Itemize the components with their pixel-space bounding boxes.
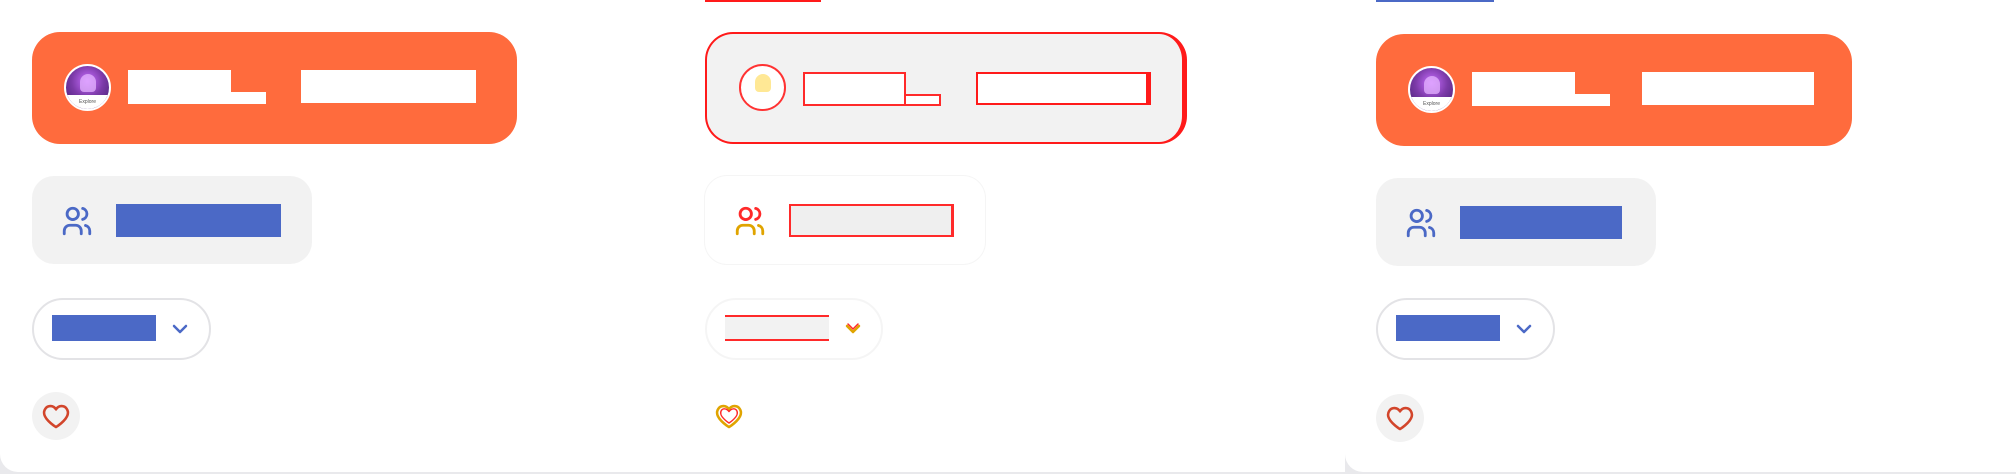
team-button[interactable]: [32, 176, 312, 264]
profile-button[interactable]: [705, 32, 1187, 144]
profile-role: [301, 70, 476, 103]
preview-panel-default-alt: Explore: [1345, 0, 2016, 472]
profile-name: [803, 72, 941, 106]
preview-panel-default: Explore: [0, 0, 674, 472]
profile-role: [976, 72, 1151, 105]
profile-name-tail: [231, 92, 266, 104]
heart-icon: [715, 404, 743, 429]
team-label: [789, 204, 954, 237]
avatar-caption: [741, 95, 784, 109]
preview-panel-outlined: [673, 0, 1345, 472]
profile-name-tail: [1575, 94, 1610, 106]
team-label: [116, 204, 281, 237]
users-icon: [735, 206, 765, 236]
favorite-button[interactable]: [32, 392, 80, 440]
profile-name: [128, 70, 266, 104]
chevron-down-icon: [1516, 324, 1532, 334]
profile-button[interactable]: Explore: [32, 32, 517, 144]
dropdown-select[interactable]: [705, 298, 883, 360]
avatar: Explore: [1408, 66, 1455, 113]
team-button[interactable]: [1376, 178, 1656, 266]
profile-role: [1642, 72, 1814, 105]
chevron-down-icon: [172, 324, 188, 334]
avatar: [739, 64, 786, 111]
profile-name: [1472, 72, 1610, 106]
avatar-figure: [755, 74, 771, 92]
favorite-button[interactable]: [705, 392, 753, 440]
team-label: [1460, 206, 1622, 239]
top-edge-marker: [705, 0, 821, 2]
dropdown-label: [1396, 315, 1500, 341]
chevron-down-icon: [845, 323, 861, 334]
profile-name-text: [1472, 72, 1575, 106]
profile-name-text: [128, 70, 231, 104]
heart-icon: [1386, 406, 1414, 431]
dropdown-select[interactable]: [1376, 298, 1555, 360]
component-preview-canvas: Explore Explore: [0, 0, 2016, 474]
top-edge-marker: [1376, 0, 1494, 2]
users-icon: [62, 206, 92, 236]
dropdown-label: [725, 315, 829, 341]
avatar-caption: Explore: [1410, 97, 1453, 111]
dropdown-label: [52, 315, 156, 341]
avatar-figure: [80, 74, 96, 92]
team-button[interactable]: [705, 176, 985, 264]
users-icon: [1406, 208, 1436, 238]
heart-icon: [42, 404, 70, 429]
dropdown-select[interactable]: [32, 298, 211, 360]
avatar: Explore: [64, 64, 111, 111]
favorite-button[interactable]: [1376, 394, 1424, 442]
profile-name-tail: [906, 94, 941, 106]
avatar-caption: Explore: [66, 95, 109, 109]
profile-button[interactable]: Explore: [1376, 34, 1852, 146]
profile-name-text: [803, 72, 906, 106]
avatar-figure: [1424, 76, 1440, 94]
